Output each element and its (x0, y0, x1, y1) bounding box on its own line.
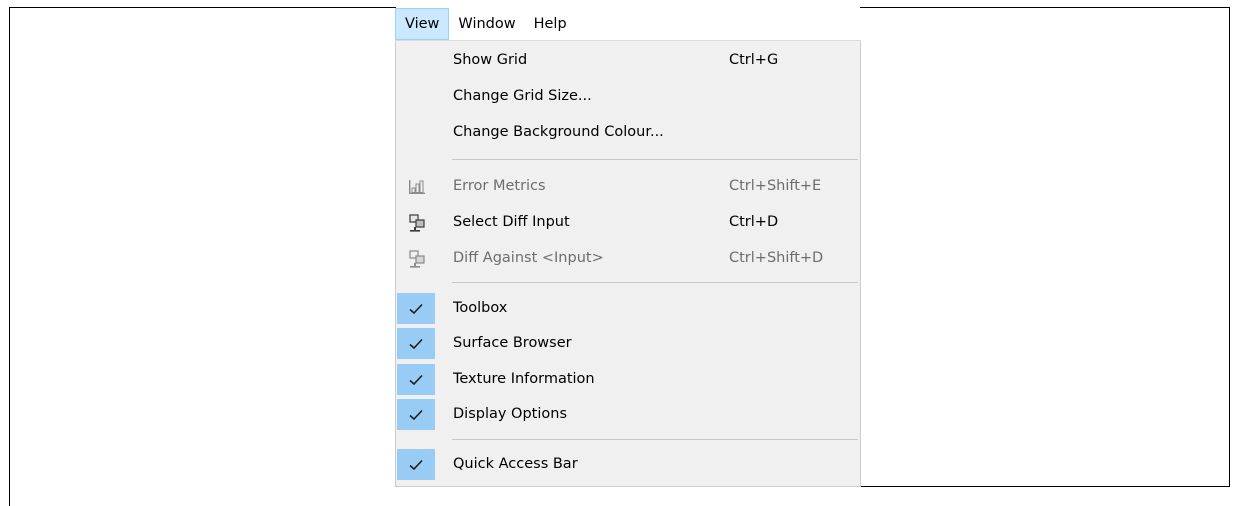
menu-separator (452, 439, 858, 440)
document-canvas: View Window Help Show Grid Ctrl+G Change… (0, 0, 1238, 506)
menu-item-gutter (397, 449, 435, 480)
menu-item-toolbox[interactable]: Toolbox (396, 293, 860, 324)
menu-item-gutter (397, 171, 435, 202)
menu-item-gutter (397, 207, 435, 238)
menu-item-change-background-colour[interactable]: Change Background Colour... (396, 117, 860, 148)
diff-against-icon (409, 250, 425, 268)
menu-item-gutter (397, 293, 435, 324)
menu-item-label: Toolbox (453, 300, 508, 316)
menu-item-label: Select Diff Input (453, 214, 570, 230)
menu-item-gutter (397, 328, 435, 359)
checkmark-icon (409, 459, 423, 471)
view-menu-dropdown: Show Grid Ctrl+G Change Grid Size... Cha… (395, 41, 861, 487)
frame-line-top-left (9, 7, 396, 8)
menu-item-quick-access-bar[interactable]: Quick Access Bar (396, 449, 860, 480)
menu-item-show-grid[interactable]: Show Grid Ctrl+G (396, 45, 860, 76)
menu-window[interactable]: Window (449, 8, 524, 40)
bar-chart-icon (409, 180, 425, 194)
menu-separator (452, 159, 858, 160)
menu-item-gutter (397, 243, 435, 274)
menu-item-label: Error Metrics (453, 178, 546, 194)
menu-item-label: Change Background Colour... (453, 124, 664, 140)
menu-item-surface-browser[interactable]: Surface Browser (396, 328, 860, 359)
checkmark-icon (409, 338, 423, 350)
menu-separator (452, 282, 858, 283)
menu-bar: View Window Help (395, 8, 861, 41)
checkmark-icon (409, 374, 423, 386)
menu-item-gutter (397, 364, 435, 395)
menu-item-texture-information[interactable]: Texture Information (396, 364, 860, 395)
frame-line-left (9, 7, 10, 506)
menu-item-diff-against-input[interactable]: Diff Against <Input> Ctrl+Shift+D (396, 243, 860, 274)
menu-item-gutter (397, 117, 435, 148)
menu-item-label: Show Grid (453, 52, 528, 68)
menu-item-gutter (397, 399, 435, 430)
menu-item-shortcut: Ctrl+G (729, 52, 779, 68)
menu-item-select-diff-input[interactable]: Select Diff Input Ctrl+D (396, 207, 860, 238)
checkmark-icon (409, 303, 423, 315)
menu-view[interactable]: View (395, 8, 450, 40)
menu-item-label: Change Grid Size... (453, 88, 592, 104)
diff-select-icon (409, 214, 425, 232)
frame-line-bottom-right (860, 486, 1230, 487)
menu-item-label: Quick Access Bar (453, 456, 578, 472)
menu-item-label: Surface Browser (453, 335, 572, 351)
menu-item-gutter (397, 45, 435, 76)
menu-item-shortcut: Ctrl+Shift+E (729, 178, 822, 194)
menu-item-label: Display Options (453, 406, 568, 422)
menu-item-label: Diff Against <Input> (453, 250, 604, 266)
menu-item-display-options[interactable]: Display Options (396, 399, 860, 430)
frame-line-right (1229, 7, 1230, 487)
menu-item-error-metrics[interactable]: Error Metrics Ctrl+Shift+E (396, 171, 860, 202)
menu-help[interactable]: Help (525, 8, 576, 40)
menu-item-shortcut: Ctrl+D (729, 214, 779, 230)
menu-item-shortcut: Ctrl+Shift+D (729, 250, 824, 266)
menu-item-change-grid-size[interactable]: Change Grid Size... (396, 81, 860, 112)
frame-line-top-right (860, 7, 1230, 8)
menu-item-label: Texture Information (453, 371, 595, 387)
checkmark-icon (409, 409, 423, 421)
menu-item-gutter (397, 81, 435, 112)
